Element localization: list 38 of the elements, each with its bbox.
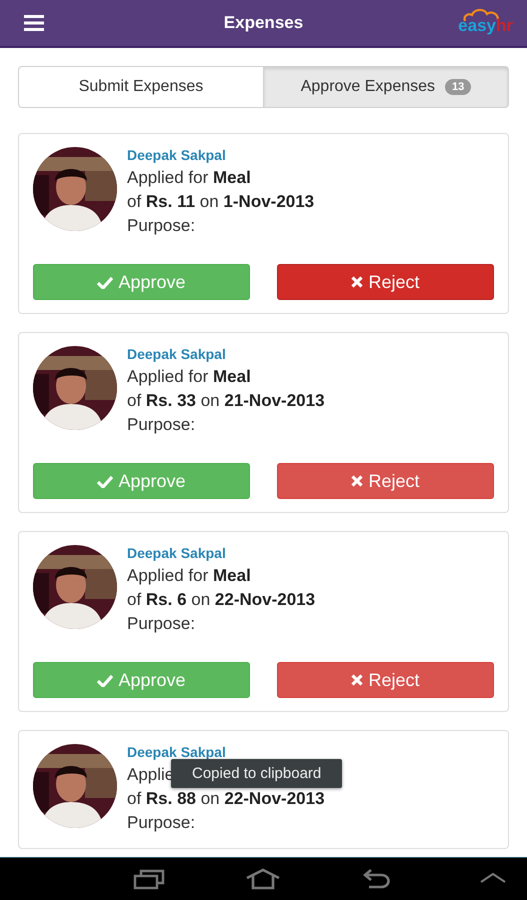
- back-icon[interactable]: [361, 868, 391, 890]
- approve-button[interactable]: Approve: [33, 264, 250, 300]
- request-detail: Purpose:: [127, 812, 196, 834]
- tab[interactable]: Approve Expenses 13: [264, 66, 509, 108]
- request-detail: Applied for Meal: [127, 565, 251, 587]
- employee-name[interactable]: Deepak Sakpal: [127, 744, 226, 760]
- caret-icon[interactable]: [479, 872, 507, 884]
- reject-button[interactable]: Reject: [277, 463, 494, 499]
- request-detail: of Rs. 88 on 22-Nov-2013: [127, 788, 325, 810]
- close-icon: [351, 674, 364, 686]
- request-detail: of Rs. 33 on 21-Nov-2013: [127, 390, 325, 412]
- request-detail: of Rs. 6 on 22-Nov-2013: [127, 589, 316, 611]
- employee-name[interactable]: Deepak Sakpal: [127, 346, 226, 362]
- recent-apps-icon[interactable]: [133, 868, 165, 890]
- check-icon: [97, 674, 114, 686]
- close-icon: [351, 475, 364, 487]
- close-icon: [351, 276, 364, 288]
- request-detail: Applied for Meal: [127, 366, 251, 388]
- employee-name[interactable]: Deepak Sakpal: [127, 545, 226, 561]
- menu-icon[interactable]: [24, 15, 44, 31]
- screen-title: Expenses: [222, 13, 304, 33]
- employee-name[interactable]: Deepak Sakpal: [127, 147, 226, 163]
- approve-button[interactable]: Approve: [33, 463, 250, 499]
- request-detail: Purpose:: [127, 414, 196, 436]
- approve-button[interactable]: Approve: [33, 662, 250, 698]
- home-icon[interactable]: [245, 868, 281, 890]
- request-detail: Purpose:: [127, 613, 196, 635]
- reject-button[interactable]: Reject: [277, 662, 494, 698]
- toast-message: Copied to clipboard: [171, 759, 342, 788]
- request-detail: Purpose:: [127, 215, 196, 237]
- request-detail: of Rs. 11 on 1-Nov-2013: [127, 191, 314, 213]
- request-detail: Applied for Meal: [127, 167, 251, 189]
- reject-button[interactable]: Reject: [277, 264, 494, 300]
- check-icon: [97, 276, 114, 288]
- tab[interactable]: Submit Expenses: [18, 66, 264, 108]
- count-badge: 13: [445, 79, 472, 95]
- check-icon: [97, 474, 114, 488]
- logo: easyhr: [458, 10, 513, 36]
